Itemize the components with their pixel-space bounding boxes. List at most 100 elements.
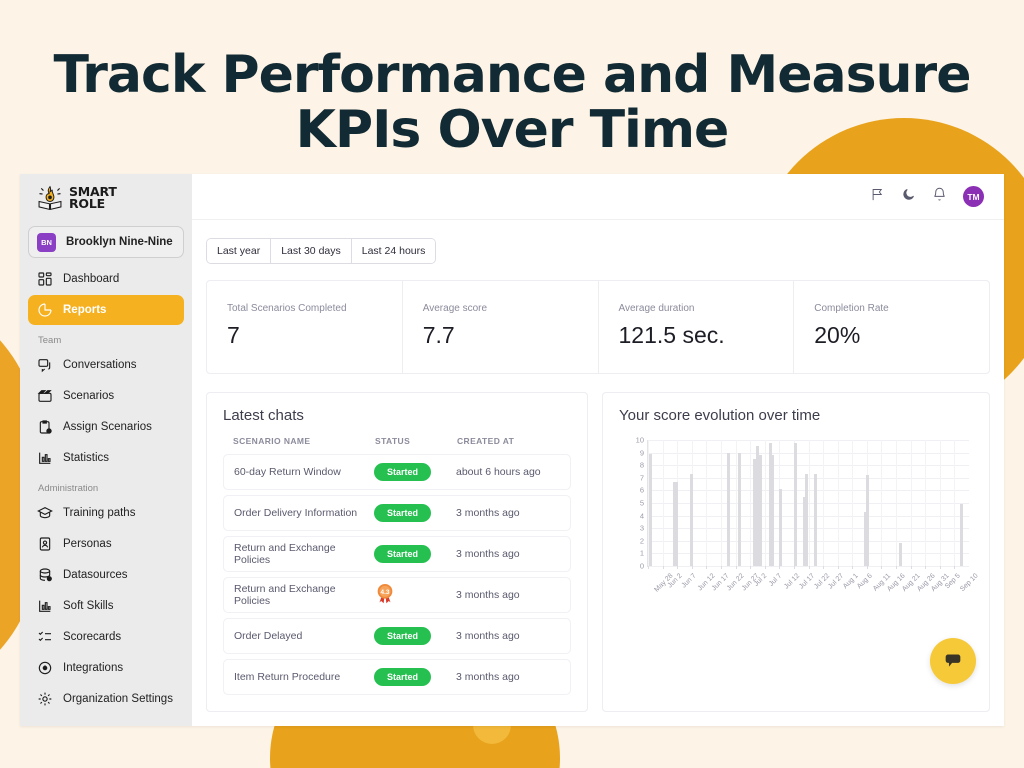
sidebar-item-personas[interactable]: Personas (28, 529, 184, 559)
plug-circle-icon (36, 660, 53, 677)
bell-icon[interactable] (932, 187, 947, 207)
latest-chats-title: Latest chats (223, 407, 304, 424)
chart-x-tick (837, 566, 839, 569)
latest-chats-card: Latest chats SCENARIO NAME STATUS CREATE… (206, 392, 588, 712)
checklist-icon (36, 629, 53, 646)
table-row[interactable]: Order Delayed Started 3 months ago (223, 618, 571, 654)
cell-created-at: about 6 hours ago (456, 466, 541, 478)
chart-bar (674, 481, 678, 566)
chart-x-tick-label: Jul 12 (783, 572, 802, 591)
org-label: Brooklyn Nine-Nine (66, 236, 173, 248)
grid-icon (36, 271, 53, 288)
chart-x-tick (910, 566, 912, 569)
chart-x-tick-label: Jun 7 (680, 572, 698, 590)
brand-name: SMART ROLE (69, 185, 117, 210)
screenshot-stage: Track Performance and Measure KPIs Over … (0, 0, 1024, 768)
sidebar-org-selector[interactable]: BN Brooklyn Nine-Nine (28, 226, 184, 258)
chart-x-gridline (837, 440, 839, 566)
status-badge: Started (374, 545, 456, 563)
table-row[interactable]: Return and Exchange Policies Started 3 mon… (223, 536, 571, 572)
sidebar-item-label: Organization Settings (63, 693, 173, 705)
chart-x-tick (691, 566, 693, 569)
chart-x-tick (808, 566, 810, 569)
column-header-status: STATUS (375, 436, 411, 446)
cell-scenario-name: Return and Exchange Policies (234, 542, 336, 566)
sidebar-item-organization-settings[interactable]: Organization Settings (28, 684, 184, 714)
filter-last-30-days[interactable]: Last 30 days (271, 239, 352, 263)
chart-y-tick-label: 9 (639, 448, 644, 458)
chart-x-tick-label: Jul 17 (797, 572, 817, 591)
chart-x-gridline (735, 440, 737, 566)
sidebar-item-training-paths[interactable]: Training paths (28, 498, 184, 528)
id-card-icon (36, 536, 53, 553)
chart-bar (690, 474, 694, 566)
table-row[interactable]: Order Delivery Information Started 3 month… (223, 495, 571, 531)
chart-x-gridline (808, 440, 810, 566)
chart-bar (771, 455, 775, 566)
cell-created-at: 3 months ago (456, 630, 520, 642)
chart-x-tick (735, 566, 737, 569)
sidebar-item-datasources[interactable]: Datasources (28, 560, 184, 590)
sidebar-item-label: Reports (63, 304, 107, 316)
chart-x-gridline (910, 440, 912, 566)
sidebar-item-label: Scenarios (63, 390, 115, 402)
brand-logo[interactable]: SMART ROLE (20, 174, 192, 222)
dashboard-content: Last year Last 30 days Last 24 hours Total… (192, 220, 1004, 726)
kpi-value: 7 (227, 322, 240, 348)
chart-x-gridline (764, 440, 766, 566)
status-badge-label: Started (374, 545, 432, 563)
filter-last-24-hours[interactable]: Last 24 hours (351, 239, 436, 263)
avatar[interactable]: TM (963, 186, 984, 207)
bar-chart-icon (36, 450, 53, 467)
sidebar-item-label: Scorecards (63, 631, 122, 643)
kpi-card: Average duration 121.5 sec. (599, 281, 795, 373)
sidebar-nav: BN Brooklyn Nine-Nine Dashboard Reports Team… (20, 222, 192, 714)
sidebar: SMART ROLE BN Brooklyn Nine-Nine Dashboard… (20, 174, 192, 726)
sidebar-item-integrations[interactable]: Integrations (28, 653, 184, 683)
latest-chats-rows: 60-day Return Window Started about 6 hours… (223, 454, 571, 695)
kpi-label: Total Scenarios Completed (227, 303, 347, 314)
org-avatar: BN (37, 232, 56, 252)
filter-last-year[interactable]: Last year (207, 239, 272, 263)
svg-text:4.3: 4.3 (381, 589, 390, 596)
chart-bar (649, 453, 653, 566)
chart-x-tick (677, 566, 679, 569)
chart-x-gridline (706, 440, 708, 566)
graduation-cap-icon (36, 505, 53, 522)
chart-x-tick (779, 566, 781, 569)
database-icon (36, 567, 53, 584)
chart-y-tick-label: 1 (639, 548, 644, 558)
chart-bar (804, 474, 808, 566)
table-row[interactable]: Item Return Procedure Started 3 months ago (223, 659, 571, 695)
chat-widget-button[interactable] (930, 638, 976, 684)
chart-y-tick-label: 10 (635, 435, 644, 445)
sidebar-item-dashboard[interactable]: Dashboard (28, 264, 184, 294)
chart-bar (779, 489, 783, 566)
flag-icon[interactable] (870, 187, 885, 207)
table-row[interactable]: Return and Exchange Policies 4.3 3 months … (223, 577, 571, 613)
status-badge: Started (374, 504, 456, 522)
chart-x-gridline (750, 440, 752, 566)
moon-icon[interactable] (901, 187, 916, 207)
sidebar-item-conversations[interactable]: Conversations (28, 350, 184, 380)
sidebar-item-soft-skills[interactable]: Soft Skills (28, 591, 184, 621)
chart-x-gridline (939, 440, 941, 566)
sidebar-item-reports[interactable]: Reports (28, 295, 184, 325)
sidebar-item-scorecards[interactable]: Scorecards (28, 622, 184, 652)
chart-bar (793, 442, 797, 566)
app-window: SMART ROLE BN Brooklyn Nine-Nine Dashboard… (20, 174, 1004, 726)
chart-x-tick (793, 566, 795, 569)
cell-scenario-name: Return and Exchange Policies (234, 583, 336, 607)
chart-y-tick-label: 4 (639, 511, 644, 521)
sidebar-item-assign-scenarios[interactable]: Assign Scenarios (28, 412, 184, 442)
chart-y-tick-label: 2 (639, 536, 644, 546)
chart-x-gridline (662, 440, 664, 566)
table-row[interactable]: 60-day Return Window Started about 6 hours… (223, 454, 571, 490)
sidebar-item-statistics[interactable]: Statistics (28, 443, 184, 473)
chart-x-tick (823, 566, 825, 569)
chart-y-tick-label: 7 (639, 473, 644, 483)
sidebar-item-scenarios[interactable]: Scenarios (28, 381, 184, 411)
kpi-value: 20% (814, 322, 861, 348)
status-badge-label: Started (374, 627, 432, 645)
cell-created-at: 3 months ago (456, 548, 520, 560)
